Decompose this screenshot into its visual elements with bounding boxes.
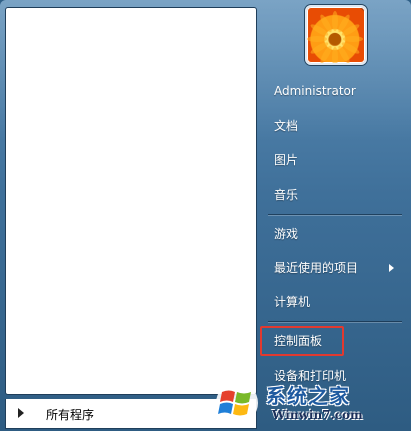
chevron-right-icon — [389, 264, 394, 272]
watermark-title: 系统之家 — [266, 384, 350, 408]
right-item-label: 计算机 — [274, 295, 311, 309]
highlight-box — [260, 326, 344, 356]
user-name: Administrator — [274, 84, 356, 98]
right-item-label: 文档 — [274, 119, 299, 133]
right-item-label: 音乐 — [274, 188, 299, 202]
right-item-documents[interactable]: 文档 — [262, 112, 402, 140]
separator — [268, 321, 402, 322]
right-item-recent-items[interactable]: 最近使用的项目 — [262, 254, 402, 282]
separator — [268, 214, 402, 215]
all-programs-label: 所有程序 — [46, 408, 95, 422]
user-avatar[interactable] — [305, 5, 367, 65]
pinned-programs-pane — [5, 7, 257, 395]
flower-avatar-icon — [307, 11, 363, 63]
watermark: 系统之家 Winwin7.com — [214, 378, 410, 430]
right-item-computer[interactable]: 计算机 — [262, 288, 402, 316]
right-item-music[interactable]: 音乐 — [262, 181, 402, 209]
right-item-pictures[interactable]: 图片 — [262, 146, 402, 174]
user-name-link[interactable]: Administrator — [262, 77, 402, 105]
right-item-label: 游戏 — [274, 227, 299, 241]
triangle-right-icon — [18, 408, 24, 418]
start-menu: 所有程序 Administrator 文档 图片 音乐 游戏 最近使用的项目 计… — [0, 0, 411, 431]
watermark-url: Winwin7.com — [272, 408, 363, 422]
right-item-games[interactable]: 游戏 — [262, 220, 402, 248]
right-item-label: 最近使用的项目 — [274, 261, 359, 275]
right-item-label: 图片 — [274, 153, 299, 167]
windows-flag-logo — [216, 382, 258, 424]
